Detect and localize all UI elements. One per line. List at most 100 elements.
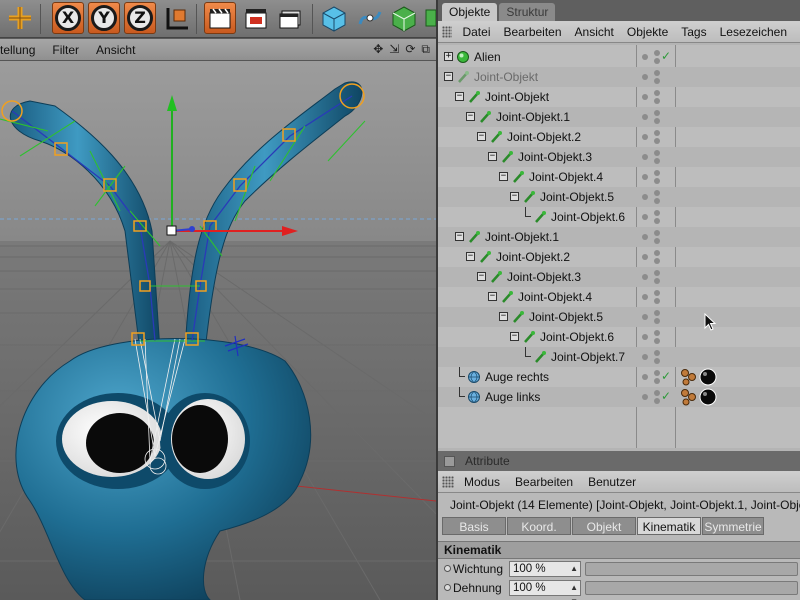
panel-grip-icon[interactable] xyxy=(442,25,453,38)
menu-datei[interactable]: Datei xyxy=(462,25,490,39)
tree-row[interactable]: − Joint-Objekt.4 xyxy=(438,287,800,307)
tab-symmetrie[interactable]: Symmetrie xyxy=(702,517,764,535)
tree-row[interactable]: − Joint-Objekt.2 xyxy=(438,127,800,147)
tree-row[interactable]: − Joint-Objekt.3 xyxy=(438,147,800,167)
tree-row[interactable]: − Joint-Objekt.5 xyxy=(438,187,800,207)
pan-view-icon[interactable]: ✥ xyxy=(373,42,383,57)
enabled-check-icon[interactable]: ✓ xyxy=(661,369,671,383)
visibility-dots-icon[interactable] xyxy=(642,69,660,85)
tab-objekt[interactable]: Objekt xyxy=(572,517,636,535)
dehnung-field[interactable]: 100 %▲▼ xyxy=(509,579,581,600)
lock-y-axis-button[interactable]: Y xyxy=(88,2,120,34)
visibility-dots-icon[interactable] xyxy=(642,369,660,385)
animate-param-icon[interactable] xyxy=(444,565,451,572)
visibility-dots-icon[interactable] xyxy=(642,49,660,65)
deformer-button[interactable] xyxy=(424,2,436,34)
tab-koord[interactable]: Koord. xyxy=(507,517,571,535)
menu-ansicht[interactable]: Ansicht xyxy=(575,25,614,39)
constraint-tag-icon[interactable] xyxy=(680,368,698,386)
collapse-icon[interactable]: − xyxy=(466,112,475,121)
move-tool-button[interactable] xyxy=(4,2,36,34)
wichtung-slider[interactable] xyxy=(585,561,798,576)
render-picture-viewer-button[interactable] xyxy=(240,2,272,34)
tree-row[interactable]: − Joint-Objekt.4 xyxy=(438,167,800,187)
tree-row[interactable]: Auge rechts ✓ xyxy=(438,367,800,387)
collapse-icon[interactable]: − xyxy=(455,92,464,101)
tree-row[interactable]: − Joint-Objekt.5 xyxy=(438,307,800,327)
panel-lock-icon[interactable] xyxy=(444,455,455,467)
lock-z-axis-button[interactable]: Z xyxy=(124,2,156,34)
menu-benutzer[interactable]: Benutzer xyxy=(588,475,636,489)
enabled-check-icon[interactable]: ✓ xyxy=(661,49,671,63)
collapse-icon[interactable]: − xyxy=(444,72,453,81)
visibility-dots-icon[interactable] xyxy=(642,189,660,205)
tree-row[interactable]: − Joint-Objekt.6 xyxy=(438,327,800,347)
render-settings-button[interactable] xyxy=(274,2,306,34)
menu-modus[interactable]: Modus xyxy=(464,475,500,489)
enabled-check-icon[interactable]: ✓ xyxy=(661,389,671,403)
tree-row[interactable]: Joint-Objekt.7 xyxy=(438,347,800,367)
menu-tags[interactable]: Tags xyxy=(681,25,706,39)
collapse-icon[interactable]: − xyxy=(488,152,497,161)
tab-struktur[interactable]: Struktur xyxy=(499,3,556,21)
coordinate-system-button[interactable] xyxy=(160,2,192,34)
visibility-dots-icon[interactable] xyxy=(642,229,660,245)
collapse-icon[interactable]: − xyxy=(466,252,475,261)
rotate-view-icon[interactable]: ⟳ xyxy=(405,42,415,57)
expand-icon[interactable]: + xyxy=(444,52,453,61)
collapse-icon[interactable]: − xyxy=(488,292,497,301)
tree-row[interactable]: + Alien ✓ xyxy=(438,47,800,67)
tree-row[interactable]: − Joint-Objekt.3 xyxy=(438,267,800,287)
lock-x-axis-button[interactable]: X xyxy=(52,2,84,34)
collapse-icon[interactable]: − xyxy=(510,332,519,341)
menu-bearbeiten-attr[interactable]: Bearbeiten xyxy=(515,475,573,489)
visibility-dots-icon[interactable] xyxy=(642,269,660,285)
visibility-dots-icon[interactable] xyxy=(642,349,660,365)
material-tag-icon[interactable] xyxy=(699,368,717,386)
panel-grip-icon[interactable] xyxy=(442,475,454,488)
tab-basis[interactable]: Basis xyxy=(442,517,506,535)
render-view-button[interactable] xyxy=(204,2,236,34)
collapse-icon[interactable]: − xyxy=(455,232,464,241)
menu-bearbeiten[interactable]: Bearbeiten xyxy=(503,25,561,39)
tree-row[interactable]: − Joint-Objekt.1 xyxy=(438,227,800,247)
stepper-arrows-icon[interactable]: ▲▼ xyxy=(570,581,578,600)
tree-row[interactable]: − Joint-Objekt xyxy=(438,87,800,107)
material-tag-icon[interactable] xyxy=(699,388,717,406)
3d-viewport[interactable] xyxy=(0,61,436,600)
constraint-tag-icon[interactable] xyxy=(680,388,698,406)
visibility-dots-icon[interactable] xyxy=(642,249,660,265)
maximize-view-icon[interactable]: ⧉ xyxy=(421,42,430,57)
tree-row[interactable]: − Joint-Objekt xyxy=(438,67,800,87)
menu-objekte[interactable]: Objekte xyxy=(627,25,668,39)
wichtung-field[interactable]: 100 %▲▼ xyxy=(509,560,581,587)
visibility-dots-icon[interactable] xyxy=(642,149,660,165)
section-header-kinematik[interactable]: Kinematik xyxy=(438,541,800,559)
visibility-dots-icon[interactable] xyxy=(642,129,660,145)
tree-row[interactable]: − Joint-Objekt.2 xyxy=(438,247,800,267)
visibility-dots-icon[interactable] xyxy=(642,109,660,125)
visibility-dots-icon[interactable] xyxy=(642,329,660,345)
visibility-dots-icon[interactable] xyxy=(642,389,660,405)
collapse-icon[interactable]: − xyxy=(499,172,508,181)
visibility-dots-icon[interactable] xyxy=(642,289,660,305)
viewport-menu-filter[interactable]: Filter xyxy=(52,43,79,57)
visibility-dots-icon[interactable] xyxy=(642,169,660,185)
tree-row[interactable]: − Joint-Objekt.1 xyxy=(438,107,800,127)
tree-row[interactable]: Auge links ✓ xyxy=(438,387,800,407)
subdivision-surface-button[interactable] xyxy=(388,2,420,34)
visibility-dots-icon[interactable] xyxy=(642,89,660,105)
visibility-dots-icon[interactable] xyxy=(642,309,660,325)
viewport-menu-ansicht[interactable]: Ansicht xyxy=(96,43,135,57)
viewport-menu-darstellung[interactable]: tellung xyxy=(0,43,35,57)
collapse-icon[interactable]: − xyxy=(477,132,486,141)
spline-object-button[interactable] xyxy=(354,2,386,34)
cube-object-button[interactable] xyxy=(318,2,350,34)
tab-kinematik[interactable]: Kinematik xyxy=(637,517,701,535)
zoom-view-icon[interactable]: ⇲ xyxy=(389,42,399,57)
visibility-dots-icon[interactable] xyxy=(642,209,660,225)
animate-param-icon[interactable] xyxy=(444,584,451,591)
collapse-icon[interactable]: − xyxy=(477,272,486,281)
collapse-icon[interactable]: − xyxy=(510,192,519,201)
menu-lesezeichen[interactable]: Lesezeichen xyxy=(720,25,787,39)
